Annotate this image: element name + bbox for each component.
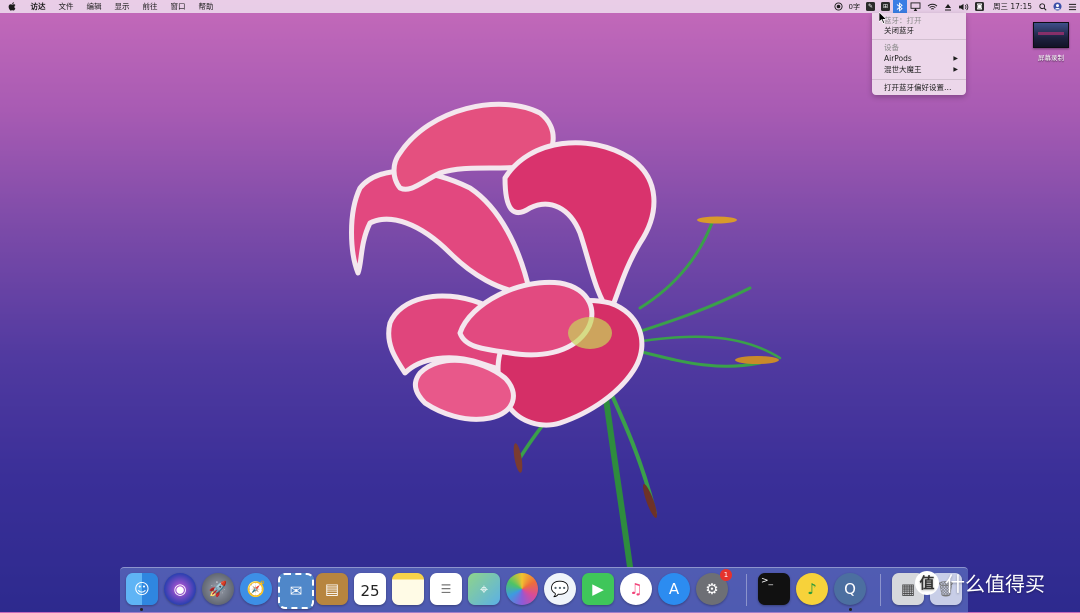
running-indicator xyxy=(140,608,143,611)
launchpad-icon[interactable]: 🚀 xyxy=(202,573,234,605)
messages-icon[interactable]: 💬 xyxy=(544,573,576,605)
running-indicator xyxy=(849,608,852,611)
app-status-icon[interactable]: ◙ xyxy=(974,2,984,11)
eject-icon[interactable] xyxy=(944,0,952,13)
calendar-month xyxy=(354,575,386,582)
photos-icon[interactable] xyxy=(506,573,538,605)
apple-menu-icon[interactable] xyxy=(0,2,24,11)
app-store-icon[interactable]: A xyxy=(658,573,690,605)
menu-view[interactable]: 显示 xyxy=(108,0,136,13)
volume-icon[interactable] xyxy=(958,0,969,13)
video-thumbnail xyxy=(1033,22,1069,48)
calendar-icon[interactable]: 25 xyxy=(354,573,386,605)
dock-divider xyxy=(746,574,747,606)
menu-help[interactable]: 帮助 xyxy=(192,0,220,13)
maps-icon[interactable]: ⌖ xyxy=(468,573,500,605)
wifi-icon[interactable] xyxy=(927,0,938,13)
input-method-indicator[interactable]: 0字 xyxy=(849,0,860,13)
watermark: 值 什么值得买 xyxy=(915,568,1045,597)
dock-divider xyxy=(880,574,881,606)
wallpaper-lily-image xyxy=(349,101,782,567)
siri-icon[interactable]: ◉ xyxy=(164,573,196,605)
calendar-day: 25 xyxy=(360,582,380,600)
airplay-icon[interactable] xyxy=(910,0,921,13)
quicktime-icon[interactable]: Q xyxy=(834,573,866,605)
desktop-file-label: 屏幕录制 xyxy=(1038,54,1064,62)
watermark-text: 什么值得买 xyxy=(945,572,1045,596)
menubar-clock[interactable]: 周三 17:15 xyxy=(993,1,1032,12)
finder-icon[interactable]: ☺ xyxy=(126,573,158,605)
mail-stamp-icon[interactable]: ✉ xyxy=(278,573,314,609)
notes-icon[interactable] xyxy=(392,573,424,605)
menu-edit[interactable]: 编辑 xyxy=(80,0,108,13)
qq-music-icon[interactable]: ♪ xyxy=(796,573,828,605)
record-status-icon[interactable] xyxy=(833,0,843,13)
spotlight-search-icon[interactable] xyxy=(1039,0,1047,13)
watermark-logo-icon: 值 xyxy=(915,570,939,595)
system-preferences-icon[interactable]: ⚙ 1 xyxy=(696,569,732,605)
notification-center-icon[interactable] xyxy=(1068,0,1077,13)
menu-bar: 访达 文件 编辑 显示 前往 窗口 帮助 0字 ✎ ⊞ ◙ 周三 17:15 xyxy=(0,0,1080,13)
music-icon[interactable]: ♫ xyxy=(620,573,652,605)
weekday-label: 周三 xyxy=(992,2,1008,11)
safari-icon[interactable]: 🧭 xyxy=(240,573,272,605)
script-editor-icon[interactable]: ✎ xyxy=(865,2,875,11)
facetime-icon[interactable]: ▶ xyxy=(582,573,614,605)
desktop-file-screen-recording[interactable]: 屏幕录制 xyxy=(1031,22,1071,62)
menu-file[interactable]: 文件 xyxy=(52,0,80,13)
notification-badge: 1 xyxy=(720,569,732,581)
contacts-icon[interactable]: ▤ xyxy=(316,573,348,605)
bluetooth-icon[interactable] xyxy=(892,0,907,13)
dock: ☺ ◉ 🚀 🧭 ✉ ▤ 25 ☰ ⌖ 💬 ▶ ♫ A ⚙ 1 >_ ♪ Q ▦ … xyxy=(120,567,968,613)
menu-app-name[interactable]: 访达 xyxy=(24,0,52,13)
terminal-icon[interactable]: >_ xyxy=(758,573,790,605)
menu-go[interactable]: 前往 xyxy=(136,0,164,13)
reminders-icon[interactable]: ☰ xyxy=(430,573,462,605)
menu-window[interactable]: 窗口 xyxy=(164,0,192,13)
time-label: 17:15 xyxy=(1010,2,1032,11)
user-avatar-icon[interactable] xyxy=(1053,0,1062,13)
